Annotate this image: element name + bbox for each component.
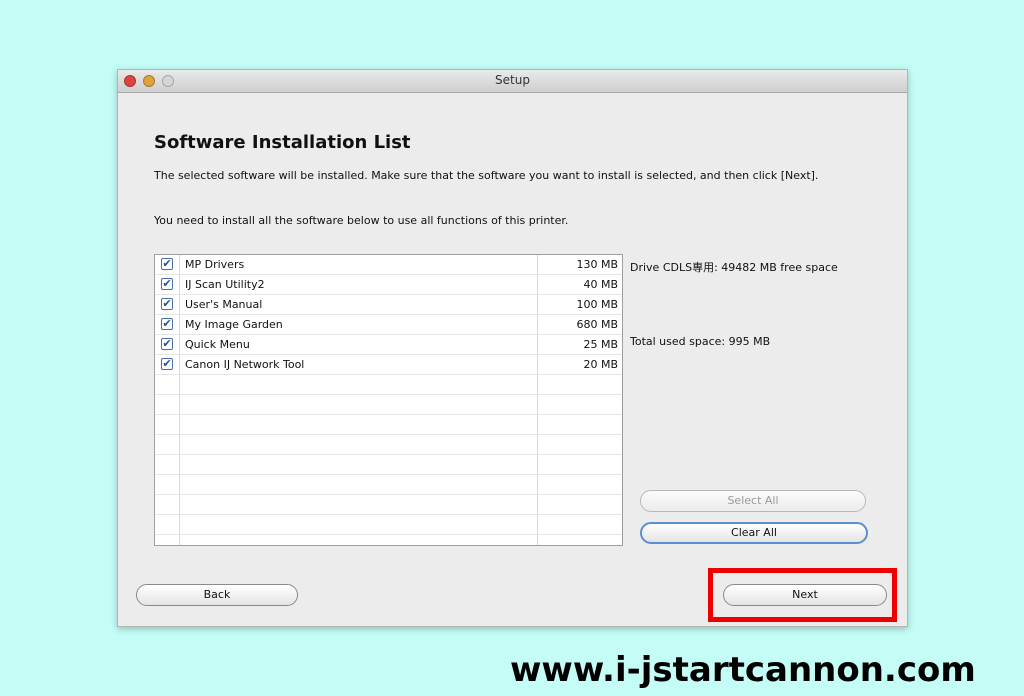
- empty-row: [155, 455, 622, 475]
- setup-window: Setup Software Installation List The sel…: [117, 69, 908, 627]
- window-title: Setup: [495, 73, 530, 87]
- list-item[interactable]: ✔ User's Manual 100 MB: [155, 295, 622, 315]
- select-all-button[interactable]: Select All: [640, 490, 866, 512]
- checkbox[interactable]: ✔: [161, 298, 173, 310]
- software-name: Quick Menu: [185, 338, 250, 351]
- software-size: 40 MB: [583, 278, 618, 291]
- software-list[interactable]: ✔ MP Drivers 130 MB ✔ IJ Scan Utility2 4…: [154, 254, 623, 546]
- empty-row: [155, 375, 622, 395]
- empty-row: [155, 535, 622, 545]
- software-name: Canon IJ Network Tool: [185, 358, 305, 371]
- software-size: 680 MB: [576, 318, 618, 331]
- list-item[interactable]: ✔ My Image Garden 680 MB: [155, 315, 622, 335]
- back-button[interactable]: Back: [136, 584, 298, 606]
- checkbox[interactable]: ✔: [161, 318, 173, 330]
- clear-all-button[interactable]: Clear All: [640, 522, 868, 544]
- instruction-text: The selected software will be installed.…: [154, 169, 819, 182]
- next-button-highlight: [708, 568, 897, 622]
- page-title: Software Installation List: [154, 132, 411, 153]
- checkbox[interactable]: ✔: [161, 278, 173, 290]
- software-size: 20 MB: [583, 358, 618, 371]
- free-space-label: Drive CDLS専用: 49482 MB free space: [630, 261, 838, 274]
- empty-row: [155, 515, 622, 535]
- software-name: MP Drivers: [185, 258, 245, 271]
- checkbox[interactable]: ✔: [161, 258, 173, 270]
- software-name: My Image Garden: [185, 318, 283, 331]
- software-name: User's Manual: [185, 298, 263, 311]
- empty-row: [155, 495, 622, 515]
- empty-row: [155, 415, 622, 435]
- requirement-note: You need to install all the software bel…: [154, 214, 569, 227]
- watermark-text: www.i-jstartcannon.com: [510, 650, 976, 690]
- list-item[interactable]: ✔ Quick Menu 25 MB: [155, 335, 622, 355]
- software-name: IJ Scan Utility2: [185, 278, 265, 291]
- checkbox[interactable]: ✔: [161, 358, 173, 370]
- empty-row: [155, 395, 622, 415]
- total-used-space-label: Total used space: 995 MB: [630, 335, 771, 348]
- software-size: 100 MB: [576, 298, 618, 311]
- title-bar: Setup: [118, 70, 907, 93]
- list-item[interactable]: ✔ Canon IJ Network Tool 20 MB: [155, 355, 622, 375]
- empty-row: [155, 435, 622, 455]
- empty-row: [155, 475, 622, 495]
- software-size: 25 MB: [583, 338, 618, 351]
- list-item[interactable]: ✔ IJ Scan Utility2 40 MB: [155, 275, 622, 295]
- software-size: 130 MB: [576, 258, 618, 271]
- checkbox[interactable]: ✔: [161, 338, 173, 350]
- list-item[interactable]: ✔ MP Drivers 130 MB: [155, 255, 622, 275]
